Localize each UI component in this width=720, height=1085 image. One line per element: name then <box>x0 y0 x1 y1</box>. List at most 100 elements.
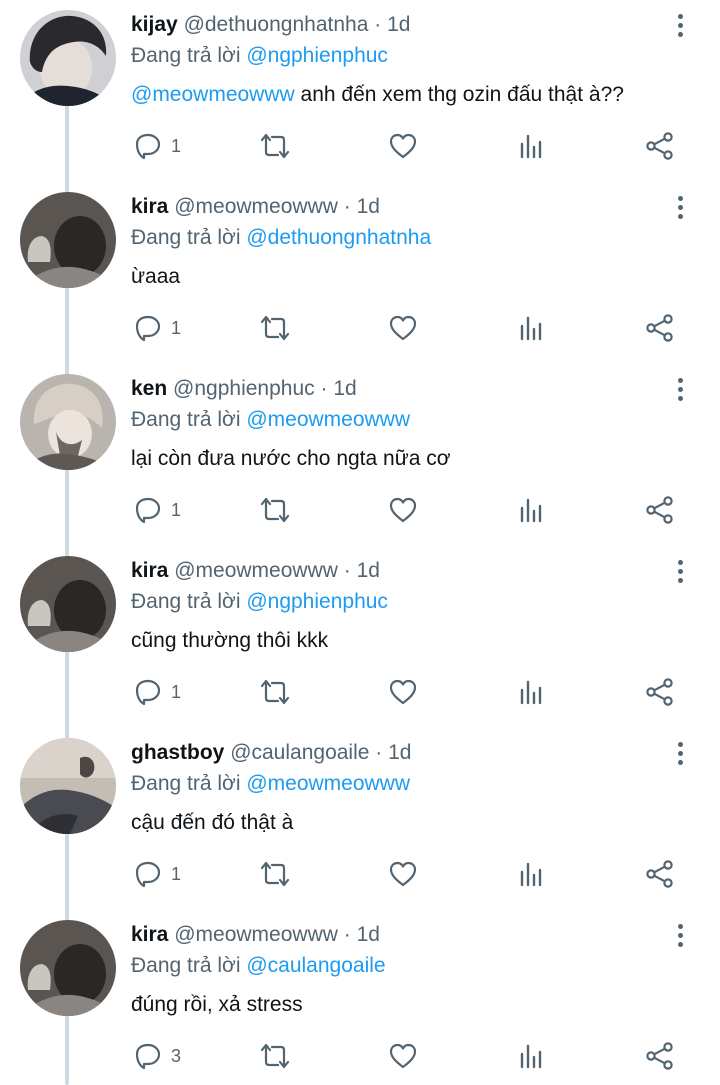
replying-to-label: Đang trả lời <box>131 590 241 613</box>
avatar[interactable] <box>20 192 116 288</box>
retweet-button[interactable] <box>258 485 292 535</box>
reply-button[interactable]: 1 <box>133 667 181 717</box>
reply-button[interactable]: 1 <box>133 849 181 899</box>
tweet-header: kira @meowmeowww · 1d <box>131 557 380 585</box>
views-button[interactable] <box>517 849 547 899</box>
tweet[interactable]: ken @ngphienphuc · 1d Đang trả lời @meow… <box>0 364 720 546</box>
timestamp[interactable]: 1d <box>333 377 356 400</box>
replying-to-handle[interactable]: @dethuongnhatnha <box>246 226 431 249</box>
more-options-button[interactable] <box>668 190 692 224</box>
display-name[interactable]: ghastboy <box>131 741 224 764</box>
more-options-button[interactable] <box>668 554 692 588</box>
reply-button[interactable]: 1 <box>133 121 181 171</box>
analytics-icon <box>517 313 547 343</box>
tweet[interactable]: kira @meowmeowww · 1d Đang trả lời @deth… <box>0 182 720 364</box>
action-bar: 1 <box>0 485 720 535</box>
share-button[interactable] <box>645 1031 675 1081</box>
replying-to-handle[interactable]: @meowmeowww <box>246 408 410 431</box>
reply-count: 1 <box>171 135 182 156</box>
more-vertical-icon <box>677 13 683 19</box>
more-vertical-icon <box>677 195 683 201</box>
tweet-body: cũng thường thôi kkk <box>131 629 329 652</box>
more-options-button[interactable] <box>668 736 692 770</box>
like-button[interactable] <box>388 303 418 353</box>
retweet-button[interactable] <box>258 667 292 717</box>
replying-to-handle[interactable]: @ngphienphuc <box>246 590 388 613</box>
reply-count: 1 <box>171 317 182 338</box>
share-icon <box>645 859 675 889</box>
share-button[interactable] <box>645 849 675 899</box>
tweet[interactable]: ghastboy @caulangoaile · 1d Đang trả lời… <box>0 728 720 910</box>
replying-to: Đang trả lời @caulangoaile <box>131 952 386 980</box>
reply-icon <box>133 131 163 161</box>
retweet-button[interactable] <box>258 849 292 899</box>
share-button[interactable] <box>645 667 675 717</box>
display-name[interactable]: kira <box>131 195 168 218</box>
display-name[interactable]: kira <box>131 559 168 582</box>
tweet-text: cậu đến đó thật à <box>131 808 293 838</box>
reply-button[interactable]: 1 <box>133 303 181 353</box>
tweet[interactable]: kijay @dethuongnhatnha · 1d Đang trả lời… <box>0 0 720 182</box>
tweet[interactable]: kira @meowmeowww · 1d Đang trả lời @ngph… <box>0 546 720 728</box>
avatar[interactable] <box>20 374 116 470</box>
display-name[interactable]: kijay <box>131 13 178 36</box>
more-options-button[interactable] <box>668 918 692 952</box>
display-name[interactable]: ken <box>131 377 167 400</box>
replying-to-label: Đang trả lời <box>131 44 241 67</box>
share-button[interactable] <box>645 303 675 353</box>
action-bar: 1 <box>0 667 720 717</box>
views-button[interactable] <box>517 667 547 717</box>
tweet-mention[interactable]: @meowmeowww <box>131 83 295 106</box>
separator-dot: · <box>320 377 328 400</box>
more-options-button[interactable] <box>668 8 692 42</box>
timestamp[interactable]: 1d <box>357 923 380 946</box>
avatar[interactable] <box>20 10 116 106</box>
more-options-button[interactable] <box>668 372 692 406</box>
tweet-header: kijay @dethuongnhatnha · 1d <box>131 11 410 39</box>
views-button[interactable] <box>517 1031 547 1081</box>
like-button[interactable] <box>388 849 418 899</box>
reply-button[interactable]: 1 <box>133 485 181 535</box>
tweet[interactable]: kira @meowmeowww · 1d Đang trả lời @caul… <box>0 910 720 1085</box>
display-name[interactable]: kira <box>131 923 168 946</box>
views-button[interactable] <box>517 485 547 535</box>
like-button[interactable] <box>388 121 418 171</box>
reply-icon <box>133 313 163 343</box>
timestamp[interactable]: 1d <box>357 559 380 582</box>
reply-count: 3 <box>171 1045 182 1066</box>
user-handle[interactable]: @meowmeowww <box>174 923 338 946</box>
views-button[interactable] <box>517 303 547 353</box>
user-handle[interactable]: @ngphienphuc <box>173 377 315 400</box>
like-button[interactable] <box>388 667 418 717</box>
share-icon <box>645 131 675 161</box>
user-handle[interactable]: @meowmeowww <box>174 195 338 218</box>
like-button[interactable] <box>388 1031 418 1081</box>
retweet-button[interactable] <box>258 121 292 171</box>
avatar[interactable] <box>20 556 116 652</box>
replying-to-handle[interactable]: @caulangoaile <box>246 954 385 977</box>
analytics-icon <box>517 859 547 889</box>
timestamp[interactable]: 1d <box>387 13 410 36</box>
like-button[interactable] <box>388 485 418 535</box>
timestamp[interactable]: 1d <box>388 741 411 764</box>
replying-to-handle[interactable]: @meowmeowww <box>246 772 410 795</box>
replying-to: Đang trả lời @meowmeowww <box>131 770 410 798</box>
replying-to: Đang trả lời @meowmeowww <box>131 406 410 434</box>
views-button[interactable] <box>517 121 547 171</box>
tweet-text: @meowmeowww anh đến xem thg ozin đấu thậ… <box>131 80 624 110</box>
tweet-body: anh đến xem thg ozin đấu thật à?? <box>294 83 624 106</box>
timestamp[interactable]: 1d <box>357 195 380 218</box>
share-button[interactable] <box>645 121 675 171</box>
retweet-button[interactable] <box>258 303 292 353</box>
share-icon <box>645 495 675 525</box>
tweet-header: ken @ngphienphuc · 1d <box>131 375 357 403</box>
avatar[interactable] <box>20 738 116 834</box>
user-handle[interactable]: @caulangoaile <box>230 741 369 764</box>
user-handle[interactable]: @meowmeowww <box>174 559 338 582</box>
avatar[interactable] <box>20 920 116 1016</box>
user-handle[interactable]: @dethuongnhatnha <box>184 13 369 36</box>
reply-button[interactable]: 3 <box>133 1031 181 1081</box>
replying-to-handle[interactable]: @ngphienphuc <box>246 44 388 67</box>
share-button[interactable] <box>645 485 675 535</box>
retweet-button[interactable] <box>258 1031 292 1081</box>
